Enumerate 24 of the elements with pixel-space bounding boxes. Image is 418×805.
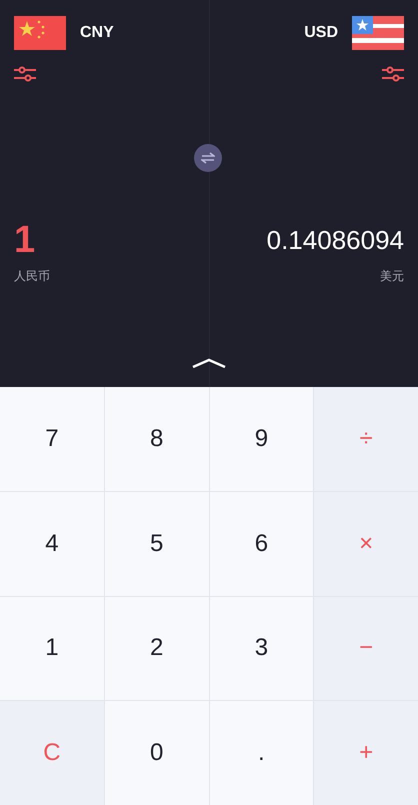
keypad-key[interactable]: 8 [104,387,208,491]
amount-input[interactable]: 1 [14,218,195,262]
converted-amount: 0.14086094 [266,224,404,257]
keypad-key[interactable]: 6 [210,492,314,596]
chevron-up-icon[interactable] [192,358,226,368]
keypad-key[interactable]: 2 [104,596,208,700]
keypad-key[interactable]: 0 [104,701,208,805]
flag-icon [14,16,66,50]
currency-name: 人民币 [14,268,51,285]
keypad-key[interactable]: 4 [0,492,104,596]
sliders-icon[interactable] [14,66,36,82]
swap-icon [201,152,215,164]
currency-code[interactable]: CNY [80,24,114,42]
keypad-key[interactable]: . [210,701,314,805]
sliders-icon[interactable] [382,66,404,82]
flag-icon [352,16,404,50]
keypad-key[interactable]: 9 [210,387,314,491]
currency-code[interactable]: USD [304,24,338,42]
keypad-key[interactable]: 5 [104,492,208,596]
keypad-key[interactable]: 3 [210,596,314,700]
keypad-key[interactable]: 1 [0,596,104,700]
currency-name: 美元 [380,268,404,285]
keypad-key[interactable]: 7 [0,387,104,491]
swap-button[interactable] [194,144,222,172]
